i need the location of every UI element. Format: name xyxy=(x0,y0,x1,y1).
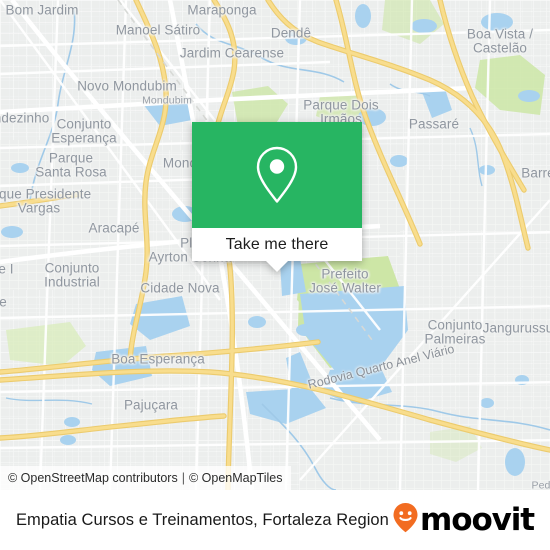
page-title: Empatia Cursos e Treinamentos, Fortaleza… xyxy=(16,510,389,529)
location-pin-icon xyxy=(254,145,300,205)
moovit-logo[interactable]: moovit xyxy=(392,501,535,538)
popup-image-panel xyxy=(192,122,362,228)
map-attribution[interactable]: © OpenStreetMap contributors | © OpenMap… xyxy=(0,466,292,490)
attribution-separator: | xyxy=(181,471,185,485)
moovit-wordmark: moovit xyxy=(420,501,535,538)
take-me-there-label[interactable]: Take me there xyxy=(226,236,329,254)
popup-pointer-tail xyxy=(266,261,288,272)
moovit-smiley-pin-icon xyxy=(392,502,419,538)
footer-bar: Empatia Cursos e Treinamentos, Fortaleza… xyxy=(0,490,550,550)
attribution-tiles[interactable]: © OpenMapTiles xyxy=(189,471,283,485)
attribution-osm[interactable]: © OpenStreetMap contributors xyxy=(8,471,178,485)
location-popup-card[interactable]: Take me there xyxy=(192,122,362,272)
moovit-map-screenshot: Bom Jardim Maraponga Manoel Sátiro Dendê… xyxy=(0,0,550,550)
popup-cta-bar[interactable]: Take me there xyxy=(192,228,362,272)
map-canvas[interactable]: Bom Jardim Maraponga Manoel Sátiro Dendê… xyxy=(0,0,550,490)
